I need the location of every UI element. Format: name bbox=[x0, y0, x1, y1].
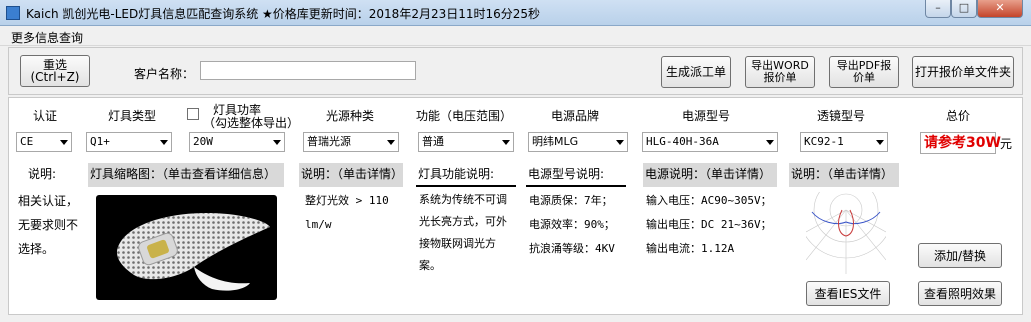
psu-model-text: 电源质保：7年； 电源效率：90%； 抗浪涌等级：4KV bbox=[529, 194, 615, 255]
function-explain-header: 灯具功能说明: bbox=[416, 163, 516, 187]
power-select[interactable]: 20W bbox=[189, 132, 285, 152]
menu-more-info[interactable]: 更多信息查询 bbox=[11, 29, 83, 46]
customer-name-label: 客户名称： bbox=[134, 67, 195, 81]
chevron-down-icon bbox=[160, 140, 168, 145]
lamp-thumbnail[interactable] bbox=[96, 195, 277, 300]
lens-model-select[interactable]: KC92-1 bbox=[800, 132, 888, 152]
open-folder-button[interactable]: 打开报价单文件夹 bbox=[912, 56, 1014, 88]
light-source-text: 整灯光效 > 110 lm/w bbox=[305, 194, 389, 231]
lens-explain-header[interactable]: 说明：（单击详情） bbox=[789, 163, 899, 187]
total-price-header: 总价 bbox=[946, 109, 971, 123]
thumb-header[interactable]: 灯具缩略图：（单击查看详细信息） bbox=[88, 163, 284, 187]
psu-model-select-value: HLG-40H-36A bbox=[646, 135, 719, 148]
psu-model-explain-header: 电源型号说明: bbox=[526, 163, 626, 187]
light-source-select[interactable]: 普瑞光源 bbox=[303, 132, 399, 152]
power-header-note: （勾选整体导出） bbox=[203, 116, 300, 130]
lens-model-header: 透镜型号 bbox=[817, 109, 866, 123]
light-source-select-value: 普瑞光源 bbox=[307, 135, 351, 148]
power-export-checkbox[interactable] bbox=[187, 108, 199, 120]
lamp-type-select[interactable]: Q1+ bbox=[86, 132, 172, 152]
generate-order-button[interactable]: 生成派工单 bbox=[661, 56, 731, 88]
lamp-type-header: 灯具类型 bbox=[108, 109, 157, 123]
psu-brand-select-value: 明纬MLG bbox=[532, 135, 579, 148]
customer-name-input[interactable] bbox=[200, 61, 416, 80]
chevron-down-icon bbox=[273, 140, 281, 145]
price-unit: 元 bbox=[1000, 137, 1013, 151]
cert-select-value: CE bbox=[20, 135, 34, 148]
lens-model-select-value: KC92-1 bbox=[804, 135, 844, 148]
function-select-value: 普通 bbox=[422, 135, 444, 148]
light-source-explain-header[interactable]: 说明：（单击详情） bbox=[299, 163, 403, 187]
function-select[interactable]: 普通 bbox=[418, 132, 514, 152]
psu-text: 输入电压：AC90~305V； 输出电压：DC 21~36V； 输出电流：1.1… bbox=[646, 194, 772, 255]
app-icon bbox=[6, 6, 20, 20]
psu-brand-header: 电源品牌 bbox=[551, 109, 600, 123]
add-replace-button[interactable]: 添加/替换 bbox=[918, 243, 1002, 268]
ies-diagram-image bbox=[797, 161, 895, 274]
chevron-down-icon bbox=[502, 140, 510, 145]
view-ies-button[interactable]: 查看IES文件 bbox=[806, 281, 890, 306]
reset-button[interactable]: 重选 (Ctrl+Z) bbox=[20, 55, 90, 87]
psu-explain-header[interactable]: 电源说明：（单击详情） bbox=[643, 163, 777, 187]
title-bar: Kaich 凯创光电-LED灯具信息匹配查询系统 ★价格库更新时间：2018年2… bbox=[0, 0, 1031, 26]
export-pdf-button[interactable]: 导出PDF报价单 bbox=[829, 56, 899, 88]
chevron-down-icon bbox=[766, 140, 774, 145]
maximize-button[interactable]: □ bbox=[951, 0, 977, 18]
total-price-value: 请参考30W bbox=[920, 132, 1001, 154]
cert-header: 认证 bbox=[33, 109, 58, 123]
chevron-down-icon bbox=[60, 140, 68, 145]
cert-select[interactable]: CE bbox=[16, 132, 72, 152]
export-word-button[interactable]: 导出WORD报价单 bbox=[745, 56, 815, 88]
menu-bar: 更多信息查询 bbox=[0, 26, 1031, 46]
psu-brand-select[interactable]: 明纬MLG bbox=[528, 132, 628, 152]
psu-model-select[interactable]: HLG-40H-36A bbox=[642, 132, 778, 152]
window-title: Kaich 凯创光电-LED灯具信息匹配查询系统 ★价格库更新时间：2018年2… bbox=[26, 7, 541, 21]
ies-polar-diagram[interactable] bbox=[797, 161, 895, 274]
function-text: 系统为传统不可调 光长亮方式，可外 接物联网调光方 案。 bbox=[419, 193, 507, 272]
psu-model-header: 电源型号 bbox=[682, 109, 731, 123]
function-header: 功能（电压范围） bbox=[416, 109, 513, 123]
chevron-down-icon bbox=[387, 140, 395, 145]
minimize-button[interactable]: – bbox=[925, 0, 951, 18]
power-select-value: 20W bbox=[193, 135, 213, 148]
lamp-image bbox=[116, 213, 271, 291]
lamp-type-select-value: Q1+ bbox=[90, 135, 110, 148]
close-button[interactable]: ✕ bbox=[977, 0, 1023, 18]
cert-explain-header: 说明: bbox=[28, 167, 57, 181]
chevron-down-icon bbox=[616, 140, 624, 145]
cert-explain-text: 相关认证， 无要求则不 选择。 bbox=[18, 194, 79, 256]
chevron-down-icon bbox=[876, 140, 884, 145]
view-lighting-button[interactable]: 查看照明效果 bbox=[918, 281, 1002, 306]
light-source-header: 光源种类 bbox=[326, 109, 375, 123]
